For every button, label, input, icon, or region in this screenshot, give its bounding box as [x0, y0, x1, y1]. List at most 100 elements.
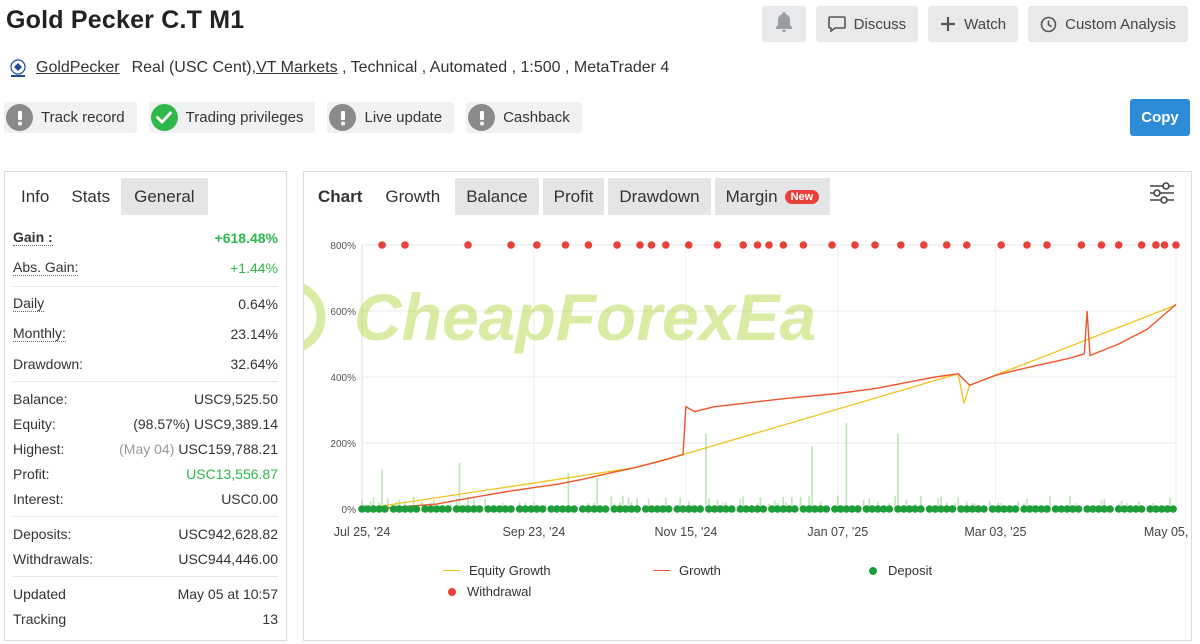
stats-tabs: Info Stats General — [10, 178, 286, 218]
x-tick-label: Nov 15, '24 — [654, 525, 717, 539]
y-tick-label: 0% — [342, 505, 357, 516]
x-tick-label: Jan 07, '25 — [807, 525, 868, 539]
stats-panel: Info Stats General Gain : +618.48% Abs. … — [4, 171, 287, 641]
withdrawal-marker — [1043, 241, 1051, 249]
chart-settings-icon[interactable] — [1149, 182, 1175, 204]
legend-withdrawal[interactable]: Withdrawal — [448, 584, 531, 599]
withdrawal-marker — [997, 241, 1005, 249]
deposit-marker — [507, 505, 515, 513]
stat-value: USC13,556.87 — [186, 466, 278, 482]
withdrawal-marker — [636, 241, 644, 249]
withdrawal-marker — [779, 241, 788, 249]
custom-analysis-button[interactable]: Custom Analysis — [1028, 6, 1188, 42]
stat-label[interactable]: Monthly: — [13, 326, 66, 342]
deposit-marker — [948, 505, 957, 513]
stat-label[interactable]: Abs. Gain: — [13, 260, 79, 276]
legend-label: Deposit — [888, 563, 933, 578]
deposit-marker — [1106, 505, 1114, 513]
withdrawal-marker — [1137, 241, 1146, 249]
plus-icon — [940, 16, 956, 32]
stat-monthly: Monthly: 23.14% — [13, 323, 278, 345]
deposit-marker — [633, 505, 641, 513]
stat-label: Deposits: — [13, 526, 72, 542]
stats-list: Gain : +618.48% Abs. Gain: +1.44% Daily … — [5, 228, 286, 630]
tab-general[interactable]: General — [121, 178, 208, 215]
legend-equity-growth[interactable]: Equity Growth — [443, 563, 551, 578]
exclamation-icon — [468, 104, 496, 131]
bell-button[interactable] — [761, 6, 806, 42]
stat-daily: Daily 0.64% — [13, 293, 278, 315]
badge-cashback[interactable]: Cashback — [466, 102, 582, 133]
deposit-marker — [538, 505, 547, 513]
stat-label: Updated — [13, 586, 66, 602]
withdrawal-marker — [765, 241, 773, 249]
deposit-volume-bar — [811, 446, 813, 509]
discuss-label: Discuss — [853, 15, 907, 33]
legend-deposit[interactable]: Deposit — [869, 563, 932, 578]
tab-balance[interactable]: Balance — [455, 178, 539, 215]
stat-label: Equity: — [13, 416, 56, 432]
stat-value: 32.64% — [230, 356, 278, 372]
stat-deposits: Deposits: USC942,628.82 — [13, 523, 278, 545]
stat-label[interactable]: Daily — [13, 296, 45, 312]
stat-label[interactable]: Gain : — [13, 230, 53, 246]
stat-profit: Profit: USC13,556.87 — [13, 463, 278, 485]
account-details: , Technical , Automated , 1:500 , MetaTr… — [337, 59, 670, 76]
tab-stats[interactable]: Stats — [60, 178, 122, 215]
legend-label: Growth — [679, 563, 721, 578]
deposit-marker — [980, 505, 988, 513]
tab-growth[interactable]: Growth — [374, 178, 452, 215]
stat-label: Withdrawals: — [13, 551, 94, 567]
withdrawal-marker — [662, 241, 670, 249]
deposit-marker — [444, 505, 452, 513]
owner-link[interactable]: GoldPecker — [36, 59, 120, 77]
withdrawal-marker — [1097, 241, 1106, 249]
withdrawal-marker — [828, 241, 836, 249]
account-info: GoldPecker Real (USC Cent), VT Markets ,… — [8, 58, 669, 78]
withdrawal-marker — [919, 241, 928, 249]
badge-trading-privileges[interactable]: Trading privileges — [148, 102, 316, 133]
deposit-marker — [854, 505, 862, 513]
stat-label: Drawdown: — [13, 356, 84, 372]
watch-button[interactable]: Watch — [928, 6, 1019, 42]
tab-info[interactable]: Info — [10, 178, 60, 215]
withdrawal-marker — [533, 241, 541, 249]
goldpecker-logo-icon — [8, 58, 28, 78]
withdrawal-marker — [507, 241, 515, 249]
tab-profit[interactable]: Profit — [542, 178, 605, 215]
deposit-marker — [601, 505, 610, 513]
withdrawal-marker — [401, 241, 409, 249]
discuss-button[interactable]: Discuss — [815, 6, 919, 42]
badge-track-record[interactable]: Track record — [4, 102, 137, 133]
withdrawal-marker — [871, 241, 879, 249]
copy-button[interactable]: Copy — [1130, 99, 1190, 136]
stat-value: USC9,389.14 — [193, 416, 278, 432]
deposit-marker — [664, 505, 673, 513]
y-tick-label: 400% — [330, 373, 356, 384]
tab-margin[interactable]: Margin New — [714, 178, 831, 215]
custom-analysis-label: Custom Analysis — [1065, 15, 1176, 33]
divider — [13, 576, 278, 577]
withdrawal-marker — [1023, 241, 1031, 249]
deposit-marker — [1074, 505, 1083, 513]
y-tick-label: 200% — [330, 439, 356, 450]
legend-dot-icon — [869, 566, 877, 575]
badge-live-update[interactable]: Live update — [327, 102, 455, 133]
broker-link[interactable]: VT Markets — [256, 59, 338, 77]
legend-growth[interactable]: Growth — [653, 563, 721, 578]
stat-value: USC942,628.82 — [178, 526, 278, 542]
deposit-volume-bar — [845, 423, 848, 509]
stat-label: Profit: — [13, 466, 50, 482]
x-tick-label: Mar 03, '25 — [964, 525, 1026, 539]
stat-label: Balance: — [13, 391, 68, 407]
divider — [13, 381, 278, 382]
stat-value: USC9,525.50 — [193, 391, 278, 407]
tab-drawdown[interactable]: Drawdown — [608, 178, 711, 215]
deposit-marker — [1137, 505, 1146, 513]
growth-chart[interactable]: 0% 200% 400% 600% 800% Jul 25, '24 Sep 23, '24… — [304, 222, 1191, 562]
stat-withdrawals: Withdrawals: USC944,446.00 — [13, 548, 278, 570]
watermark-text: CheapForexEa — [354, 280, 816, 354]
deposit-volume-bar — [381, 469, 383, 509]
legend-label: Equity Growth — [469, 563, 551, 578]
chart-tabs-label: Chart — [318, 186, 363, 206]
